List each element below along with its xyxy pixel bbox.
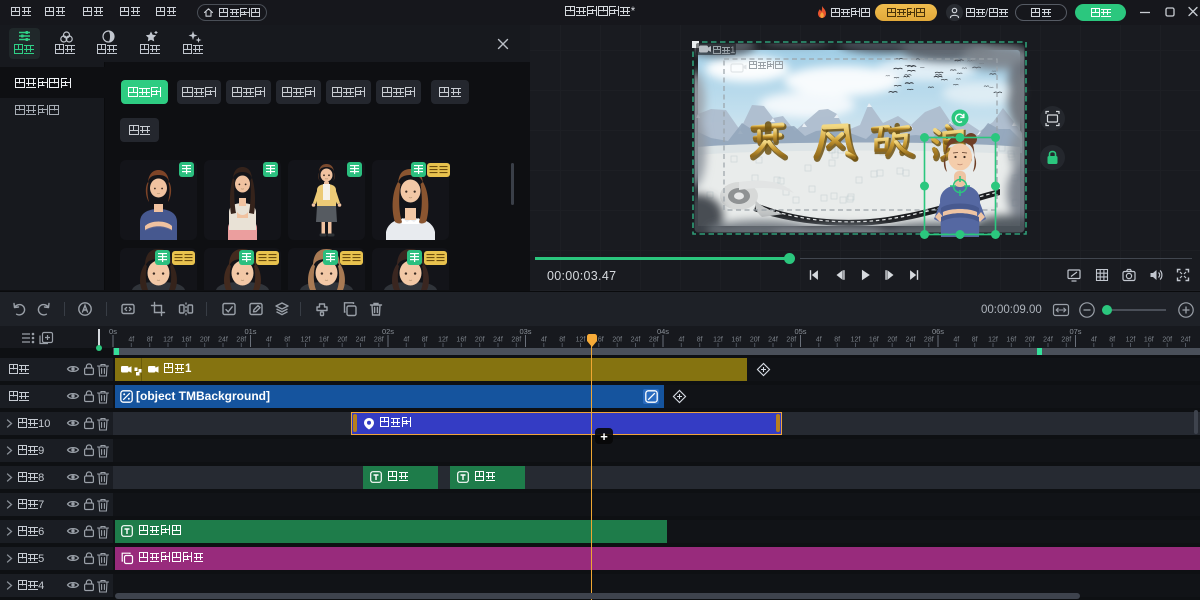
svg-text:8f: 8f: [1109, 337, 1115, 344]
svg-text:05s: 05s: [794, 327, 806, 336]
svg-text:24f: 24f: [906, 337, 916, 344]
svg-text:8f: 8f: [147, 337, 153, 344]
svg-text:4f: 4f: [128, 337, 134, 344]
svg-text:8f: 8f: [284, 337, 290, 344]
svg-text:4f: 4f: [816, 337, 822, 344]
svg-text:8f: 8f: [697, 337, 703, 344]
svg-text:12f: 12f: [713, 337, 723, 344]
svg-text:20f: 20f: [475, 337, 485, 344]
svg-text:07s: 07s: [1069, 327, 1081, 336]
svg-text:4f: 4f: [403, 337, 409, 344]
svg-text:16f: 16f: [456, 337, 466, 344]
svg-text:12f: 12f: [576, 337, 586, 344]
svg-text:24f: 24f: [493, 337, 503, 344]
svg-text:04s: 04s: [657, 327, 669, 336]
svg-text:20f: 20f: [750, 337, 760, 344]
svg-text:20f: 20f: [887, 337, 897, 344]
svg-text:28f: 28f: [1061, 337, 1071, 344]
svg-text:12f: 12f: [851, 337, 861, 344]
svg-text:16f: 16f: [731, 337, 741, 344]
svg-text:28f: 28f: [786, 337, 796, 344]
svg-text:24f: 24f: [1043, 337, 1053, 344]
svg-text:4f: 4f: [266, 337, 272, 344]
svg-text:16f: 16f: [319, 337, 329, 344]
svg-text:12f: 12f: [1126, 337, 1136, 344]
svg-text:24f: 24f: [1181, 337, 1191, 344]
svg-text:28f: 28f: [374, 337, 384, 344]
svg-text:24f: 24f: [218, 337, 228, 344]
svg-text:12f: 12f: [163, 337, 173, 344]
svg-text:8f: 8f: [422, 337, 428, 344]
svg-text:16f: 16f: [181, 337, 191, 344]
svg-text:12f: 12f: [301, 337, 311, 344]
svg-text:20f: 20f: [612, 337, 622, 344]
svg-text:4f: 4f: [678, 337, 684, 344]
svg-text:20f: 20f: [1162, 337, 1172, 344]
svg-text:28f: 28f: [236, 337, 246, 344]
svg-text:0s: 0s: [109, 327, 117, 336]
svg-text:4f: 4f: [953, 337, 959, 344]
svg-text:28f: 28f: [924, 337, 934, 344]
svg-text:16f: 16f: [1144, 337, 1154, 344]
svg-text:8f: 8f: [834, 337, 840, 344]
svg-text:01s: 01s: [244, 327, 256, 336]
svg-text:03s: 03s: [519, 327, 531, 336]
svg-text:8f: 8f: [559, 337, 565, 344]
svg-text:02s: 02s: [382, 327, 394, 336]
svg-text:20f: 20f: [200, 337, 210, 344]
svg-text:28f: 28f: [511, 337, 521, 344]
svg-text:24f: 24f: [631, 337, 641, 344]
svg-text:8f: 8f: [972, 337, 978, 344]
svg-text:12f: 12f: [988, 337, 998, 344]
svg-text:28f: 28f: [649, 337, 659, 344]
svg-text:4f: 4f: [541, 337, 547, 344]
svg-text:06s: 06s: [932, 327, 944, 336]
svg-text:24f: 24f: [768, 337, 778, 344]
svg-text:16f: 16f: [869, 337, 879, 344]
svg-text:24f: 24f: [356, 337, 366, 344]
svg-text:20f: 20f: [1025, 337, 1035, 344]
svg-text:4f: 4f: [1091, 337, 1097, 344]
svg-text:12f: 12f: [438, 337, 448, 344]
svg-text:16f: 16f: [1006, 337, 1016, 344]
svg-text:20f: 20f: [337, 337, 347, 344]
